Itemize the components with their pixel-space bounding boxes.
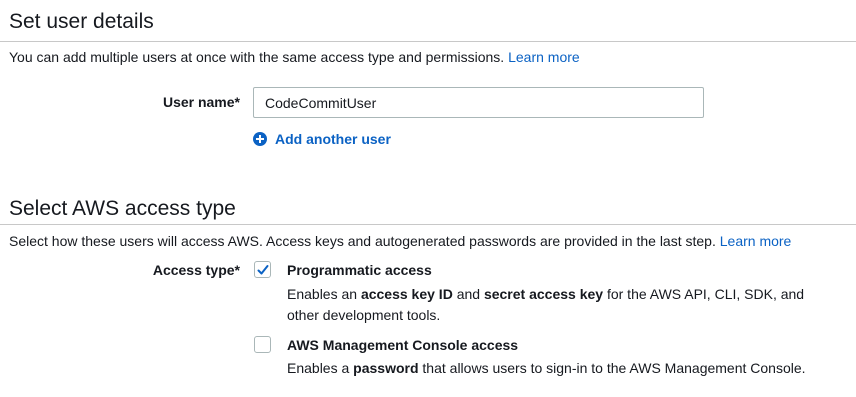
section-divider xyxy=(0,224,856,225)
programmatic-access-description: Enables an access key ID and secret acce… xyxy=(287,284,827,326)
description-text: Enables a xyxy=(287,360,354,376)
add-another-user-label: Add another user xyxy=(275,131,391,147)
section-divider xyxy=(0,41,856,42)
access-type-label: Access type* xyxy=(152,262,240,278)
programmatic-access-checkbox[interactable] xyxy=(254,261,271,278)
learn-more-link-user-details[interactable]: Learn more xyxy=(508,49,580,65)
checkmark-icon xyxy=(257,265,269,275)
user-name-label: User name* xyxy=(162,94,240,110)
console-access-checkbox[interactable] xyxy=(254,336,271,353)
description-bold: password xyxy=(353,360,419,376)
description-text: and xyxy=(452,286,484,302)
description-text: Enables an xyxy=(287,286,361,302)
add-another-user-button[interactable]: Add another user xyxy=(253,131,391,147)
user-details-description: You can add multiple users at once with … xyxy=(9,49,580,65)
user-details-description-text: You can add multiple users at once with … xyxy=(9,49,505,65)
user-name-input[interactable] xyxy=(253,87,704,118)
select-access-type-title: Select AWS access type xyxy=(9,197,236,220)
description-bold: secret access key xyxy=(483,286,604,302)
plus-circle-icon xyxy=(253,132,267,146)
description-text: that allows users to sign-in to the AWS … xyxy=(418,360,806,376)
learn-more-link-access-type[interactable]: Learn more xyxy=(720,233,792,249)
access-type-description-text: Select how these users will access AWS. … xyxy=(9,233,716,249)
set-user-details-title: Set user details xyxy=(9,10,154,33)
description-bold: access key ID xyxy=(360,286,453,302)
console-access-description: Enables a password that allows users to … xyxy=(287,358,827,379)
console-access-title: AWS Management Console access xyxy=(287,337,519,353)
access-type-description: Select how these users will access AWS. … xyxy=(9,233,791,249)
programmatic-access-title: Programmatic access xyxy=(287,262,432,278)
